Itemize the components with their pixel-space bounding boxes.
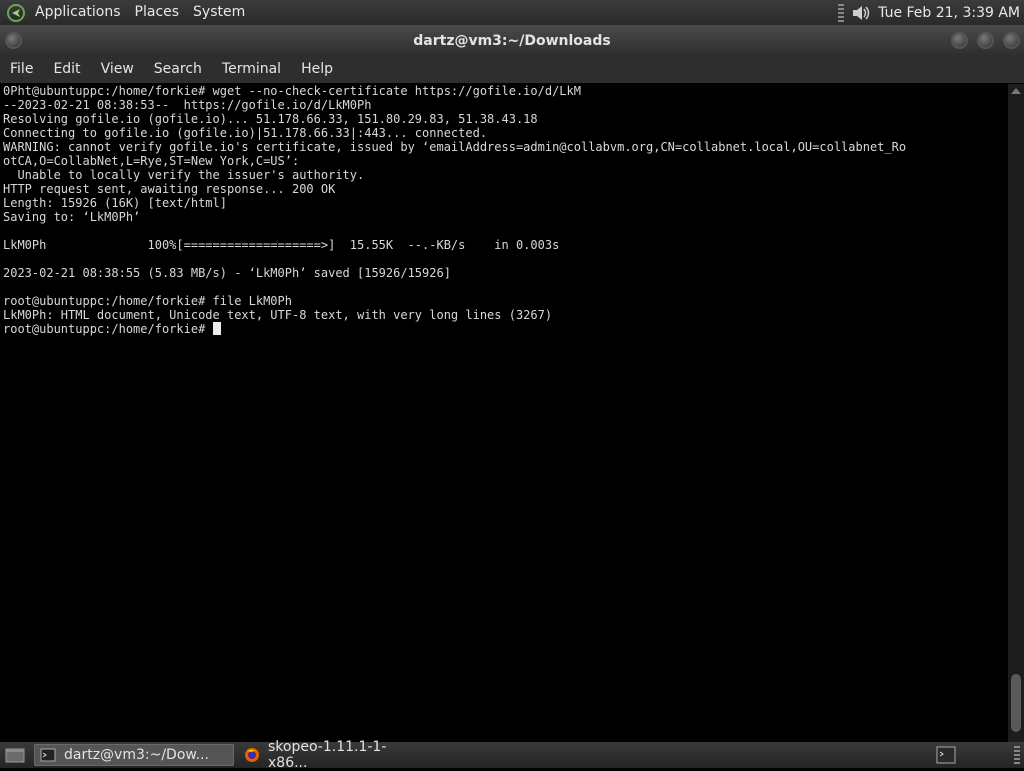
terminal-line: otCA,O=CollabNet,L=Rye,ST=New York,C=US’… [3,154,300,168]
menubar: File Edit View Search Terminal Help [0,56,1024,83]
terminal-line: LkM0Ph: HTML document, Unicode text, UTF… [3,308,553,322]
menu-terminal[interactable]: Terminal [212,56,291,83]
terminal-line: LkM0Ph 100%[===================>] 15.55K… [3,238,560,252]
terminal-prompt: root@ubuntuppc:/home/forkie# [3,322,213,336]
menu-system[interactable]: System [186,0,252,25]
taskbar-item-terminal[interactable]: dartz@vm3:~/Dow... [34,744,234,766]
terminal-prompt-line[interactable]: root@ubuntuppc:/home/forkie# [0,322,1008,336]
terminal-line: WARNING: cannot verify gofile.io's certi… [3,140,907,154]
gnome-foot-icon[interactable] [6,3,26,23]
window-menu-icon[interactable] [5,32,22,49]
scroll-up-arrow-icon[interactable] [1011,88,1021,94]
window-titlebar[interactable]: dartz@vm3:~/Downloads [0,25,1024,56]
close-icon[interactable] [1003,32,1020,49]
terminal-line: 2023-02-21 08:38:55 (5.83 MB/s) - ‘LkM0P… [3,266,451,280]
terminal-line: HTTP request sent, awaiting response... … [3,182,336,196]
firefox-icon [245,748,259,762]
terminal-icon [40,748,56,762]
panel-handle-icon[interactable] [1014,746,1020,764]
terminal-output[interactable]: 0Pht@ubuntuppc:/home/forkie# wget --no-c… [0,84,1008,742]
menu-help[interactable]: Help [291,56,343,83]
workspace-switcher-icon[interactable] [936,746,956,764]
menu-search[interactable]: Search [144,56,212,83]
terminal-line: Connecting to gofile.io (gofile.io)|51.1… [3,126,488,140]
menu-places[interactable]: Places [128,0,187,25]
terminal-line: --2023-02-21 08:38:53-- https://gofile.i… [3,98,372,112]
menu-edit[interactable]: Edit [43,56,90,83]
volume-icon[interactable] [850,3,872,23]
taskbar-item-label: dartz@vm3:~/Dow... [64,747,209,763]
show-desktop-icon[interactable] [4,746,26,764]
terminal-line: Resolving gofile.io (gofile.io)... 51.17… [3,112,538,126]
top-panel: Applications Places System Tue Feb 21, 3… [0,0,1024,25]
clock[interactable]: Tue Feb 21, 3:39 AM [878,5,1020,21]
minimize-icon[interactable] [951,32,968,49]
menu-file[interactable]: File [0,56,43,83]
bottom-panel: dartz@vm3:~/Dow... skopeo-1.11.1-1-x86..… [0,739,1024,771]
terminal-scrollbar[interactable] [1008,84,1024,742]
terminal-line: 0Pht@ubuntuppc:/home/forkie# wget --no-c… [3,84,581,98]
scrollbar-thumb[interactable] [1011,674,1021,732]
terminal-line: Unable to locally verify the issuer's au… [3,168,365,182]
bottom-tray [936,742,1024,768]
panel-handle-icon[interactable] [838,3,845,22]
top-panel-tray: Tue Feb 21, 3:39 AM [838,0,1020,25]
menu-view[interactable]: View [91,56,144,83]
text-cursor [212,322,221,335]
terminal-line: root@ubuntuppc:/home/forkie# file LkM0Ph [3,294,292,308]
maximize-icon[interactable] [977,32,994,49]
terminal-line: Length: 15926 (16K) [text/html] [3,196,227,210]
taskbar-item-firefox[interactable]: skopeo-1.11.1-1-x86... [238,739,422,771]
terminal-line: Saving to: ‘LkM0Ph’ [3,210,141,224]
menu-applications[interactable]: Applications [28,0,128,25]
taskbar-item-label: skopeo-1.11.1-1-x86... [268,739,387,771]
window-title: dartz@vm3:~/Downloads [413,32,611,49]
